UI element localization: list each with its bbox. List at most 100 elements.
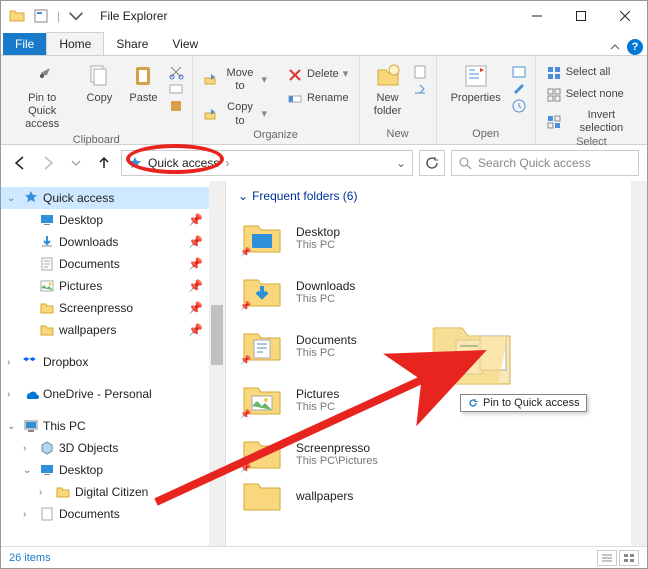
address-dropdown-icon[interactable]: ⌄ [396, 156, 406, 170]
tree-digital-citizen[interactable]: ›Digital Citizen [1, 481, 225, 503]
status-bar: 26 items [1, 546, 647, 568]
tree-desktop[interactable]: Desktop📌 [1, 209, 225, 231]
new-folder-button[interactable]: New folder [368, 60, 408, 120]
tab-view[interactable]: View [160, 33, 210, 55]
qat-divider: | [57, 9, 60, 23]
details-view-button[interactable] [597, 550, 617, 566]
chevron-down-icon: ⌄ [238, 189, 248, 203]
copy-path-icon[interactable] [168, 81, 184, 97]
tree-quick-access[interactable]: ⌄Quick access [1, 187, 225, 209]
paste-button[interactable]: Paste [123, 60, 163, 107]
folder-item[interactable]: wallpapers [238, 481, 635, 511]
tree-dropbox[interactable]: ›Dropbox [1, 351, 225, 373]
tree-pc-desktop[interactable]: ⌄Desktop [1, 459, 225, 481]
tree-3d-objects[interactable]: ›3D Objects [1, 437, 225, 459]
group-label-organize: Organize [201, 129, 351, 144]
properties-button[interactable]: Properties [445, 60, 507, 107]
item-count: 26 items [9, 552, 51, 564]
tab-file[interactable]: File [3, 33, 46, 55]
dropbox-icon [23, 354, 39, 370]
collapse-ribbon-icon[interactable] [609, 41, 621, 53]
star-icon [23, 190, 39, 206]
breadcrumb[interactable]: Quick access [148, 156, 219, 170]
tree-pictures[interactable]: Pictures📌 [1, 275, 225, 297]
recent-dropdown[interactable] [65, 152, 87, 174]
navigation-tree[interactable]: ⌄Quick access Desktop📌 Downloads📌 Docume… [1, 181, 226, 546]
chevron-right-icon[interactable]: › [225, 156, 229, 170]
help-button[interactable]: ? [627, 39, 643, 55]
cut-icon[interactable] [168, 64, 184, 80]
new-item-icon[interactable] [412, 64, 428, 80]
pin-icon: 📌 [240, 463, 251, 474]
scrollbar[interactable] [631, 181, 647, 546]
folder-item[interactable]: 📌 DownloadsThis PC [238, 265, 635, 319]
section-header[interactable]: ⌄ Frequent folders (6) [238, 189, 635, 203]
refresh-button[interactable] [419, 150, 445, 176]
scrollbar[interactable] [209, 181, 225, 546]
minimize-button[interactable] [515, 1, 559, 31]
ribbon: Pin to Quick access Copy Paste Clipboard [1, 55, 647, 145]
desktop-icon [39, 212, 55, 228]
paste-shortcut-icon[interactable] [168, 98, 184, 114]
pin-icon: 📌 [188, 213, 203, 227]
pictures-icon [39, 278, 55, 294]
close-button[interactable] [603, 1, 647, 31]
maximize-button[interactable] [559, 1, 603, 31]
pin-icon: 📌 [188, 235, 203, 249]
copy-to-button[interactable]: Copy to▾ [201, 100, 269, 128]
search-input[interactable]: Search Quick access [451, 150, 639, 176]
folder-icon [39, 322, 55, 338]
open-icon[interactable] [511, 64, 527, 80]
tree-documents[interactable]: Documents📌 [1, 253, 225, 275]
computer-icon [23, 418, 39, 434]
select-all-button[interactable]: Select all [544, 64, 639, 82]
pin-to-quick-access-button[interactable]: Pin to Quick access [9, 60, 75, 134]
chevron-down-icon: ▾ [261, 74, 267, 87]
qat-dropdown-icon[interactable] [68, 8, 84, 24]
properties-icon[interactable] [33, 8, 49, 24]
history-icon[interactable] [511, 98, 527, 114]
tree-onedrive[interactable]: ›OneDrive - Personal [1, 383, 225, 405]
search-icon [458, 156, 472, 170]
group-label-open: Open [445, 128, 527, 144]
tree-screenpresso[interactable]: Screenpresso📌 [1, 297, 225, 319]
folder-item[interactable]: 📌 DesktopThis PC [238, 211, 635, 265]
chevron-down-icon: ▾ [261, 108, 267, 121]
pin-icon: 📌 [240, 409, 251, 420]
chevron-down-icon: ▾ [343, 68, 349, 81]
select-none-button[interactable]: Select none [544, 86, 639, 104]
tree-downloads[interactable]: Downloads📌 [1, 231, 225, 253]
icons-view-button[interactable] [619, 550, 639, 566]
titlebar: | File Explorer [1, 1, 647, 31]
navigation-bar: Quick access › ⌄ Search Quick access [1, 145, 647, 181]
edit-icon[interactable] [511, 81, 527, 97]
easy-access-icon[interactable] [412, 81, 428, 97]
up-button[interactable] [93, 152, 115, 174]
tree-pc-documents[interactable]: ›Documents [1, 503, 225, 525]
pin-icon: 📌 [240, 247, 251, 258]
pin-icon: 📌 [188, 301, 203, 315]
folder-item[interactable]: 📌 ScreenpressoThis PC\Pictures [238, 427, 635, 481]
copy-button[interactable]: Copy [79, 60, 119, 107]
group-label-new: New [368, 128, 428, 144]
address-bar[interactable]: Quick access › ⌄ [121, 150, 413, 176]
tab-home[interactable]: Home [46, 32, 104, 55]
folder-icon [9, 8, 25, 24]
delete-button[interactable]: Delete▾ [285, 66, 351, 84]
desktop-icon [39, 462, 55, 478]
move-to-button[interactable]: Move to▾ [201, 66, 269, 94]
forward-button[interactable] [37, 152, 59, 174]
invert-selection-button[interactable]: Invert selection [544, 108, 639, 136]
tree-wallpapers[interactable]: wallpapers📌 [1, 319, 225, 341]
tree-this-pc[interactable]: ⌄This PC [1, 415, 225, 437]
tab-share[interactable]: Share [104, 33, 160, 55]
documents-icon [39, 256, 55, 272]
3d-objects-icon [39, 440, 55, 456]
window-title: File Explorer [100, 9, 167, 23]
pin-icon: 📌 [240, 355, 251, 366]
rename-button[interactable]: Rename [285, 90, 351, 108]
back-button[interactable] [9, 152, 31, 174]
ribbon-tabs: File Home Share View ? [1, 31, 647, 55]
downloads-icon [39, 234, 55, 250]
pin-icon: 📌 [240, 301, 251, 312]
